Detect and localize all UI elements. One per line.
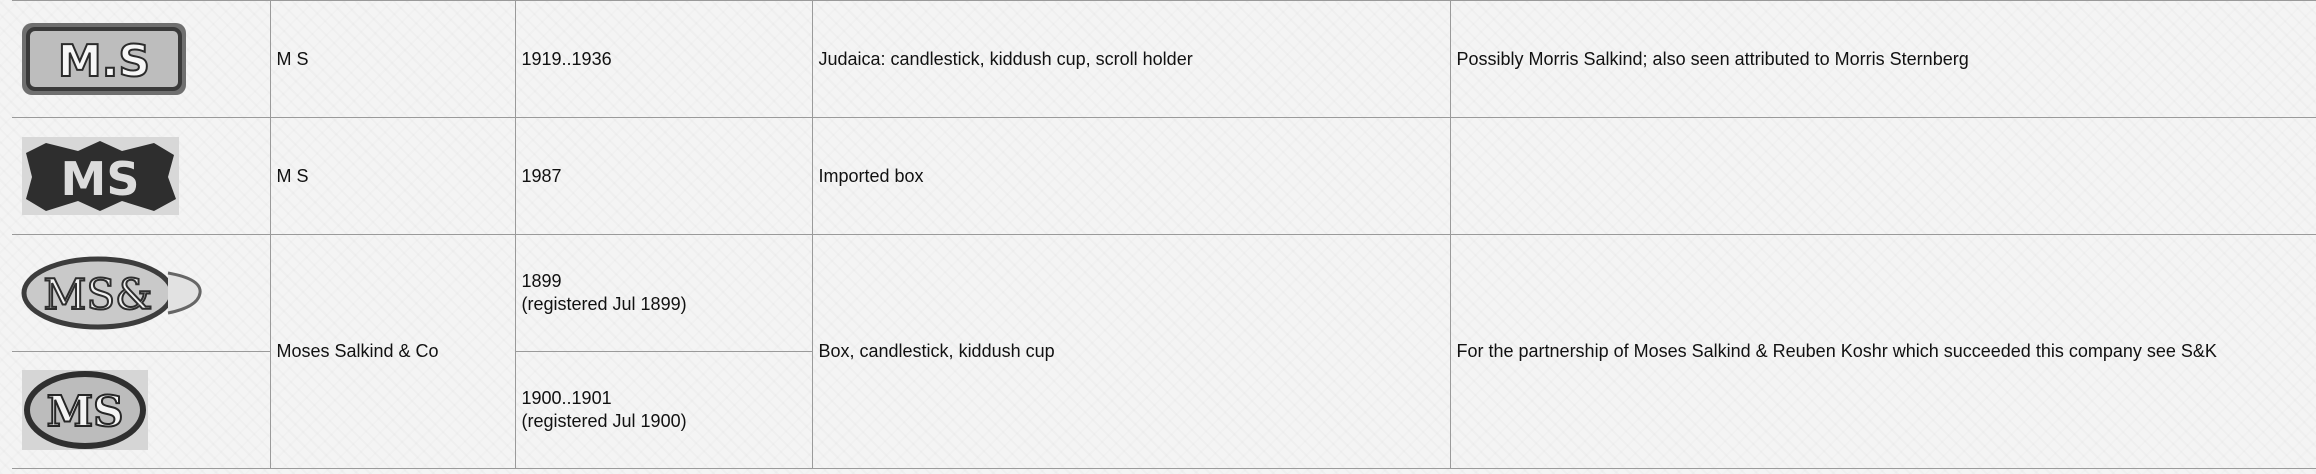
svg-text:MS: MS (61, 152, 140, 206)
notes-cell: Possibly Morris Salkind; also seen attri… (1449, 0, 2316, 118)
items-cell: Judaica: candlestick, kiddush cup, scrol… (811, 0, 1451, 118)
mark-ms-oval-icon: MS (22, 370, 148, 450)
dates-cell: 1899 (registered Jul 1899) (514, 234, 813, 352)
notes-cell: For the partnership of Moses Salkind & R… (1449, 234, 2316, 469)
mark-cell: MS& (12, 234, 271, 352)
table-row: MS& Moses Salkind & Co 1899 (registered … (12, 234, 2316, 469)
mark-cell: M.S (12, 0, 271, 118)
items-cell: Imported box (811, 117, 1451, 235)
mark-ms-rectangular-icon: M.S (22, 23, 186, 95)
dates-cell: 1987 (514, 117, 813, 235)
hallmark-table: M.S M S 1919..1936 Judaica: candlestick,… (12, 0, 2316, 469)
table-row: MS M S 1987 Imported box (12, 117, 2316, 235)
maker-cell: Moses Salkind & Co (269, 234, 516, 469)
maker-cell: M S (269, 117, 516, 235)
dates-cell: 1900..1901 (registered Jul 1900) (514, 351, 813, 469)
mark-ms-co-oval-icon: MS& (21, 256, 202, 330)
svg-text:M.S: M.S (58, 36, 150, 87)
svg-text:MS: MS (47, 387, 124, 436)
dates-cell: 1919..1936 (514, 0, 813, 118)
maker-cell: M S (269, 0, 516, 118)
table-row: M.S M S 1919..1936 Judaica: candlestick,… (12, 0, 2316, 118)
items-cell: Box, candlestick, kiddush cup (811, 234, 1451, 469)
mark-cell: MS (12, 351, 271, 469)
svg-text:MS&: MS& (43, 270, 152, 319)
mark-cell: MS (12, 117, 271, 235)
mark-ms-shaped-icon: MS (22, 137, 179, 215)
notes-cell (1449, 117, 2316, 235)
